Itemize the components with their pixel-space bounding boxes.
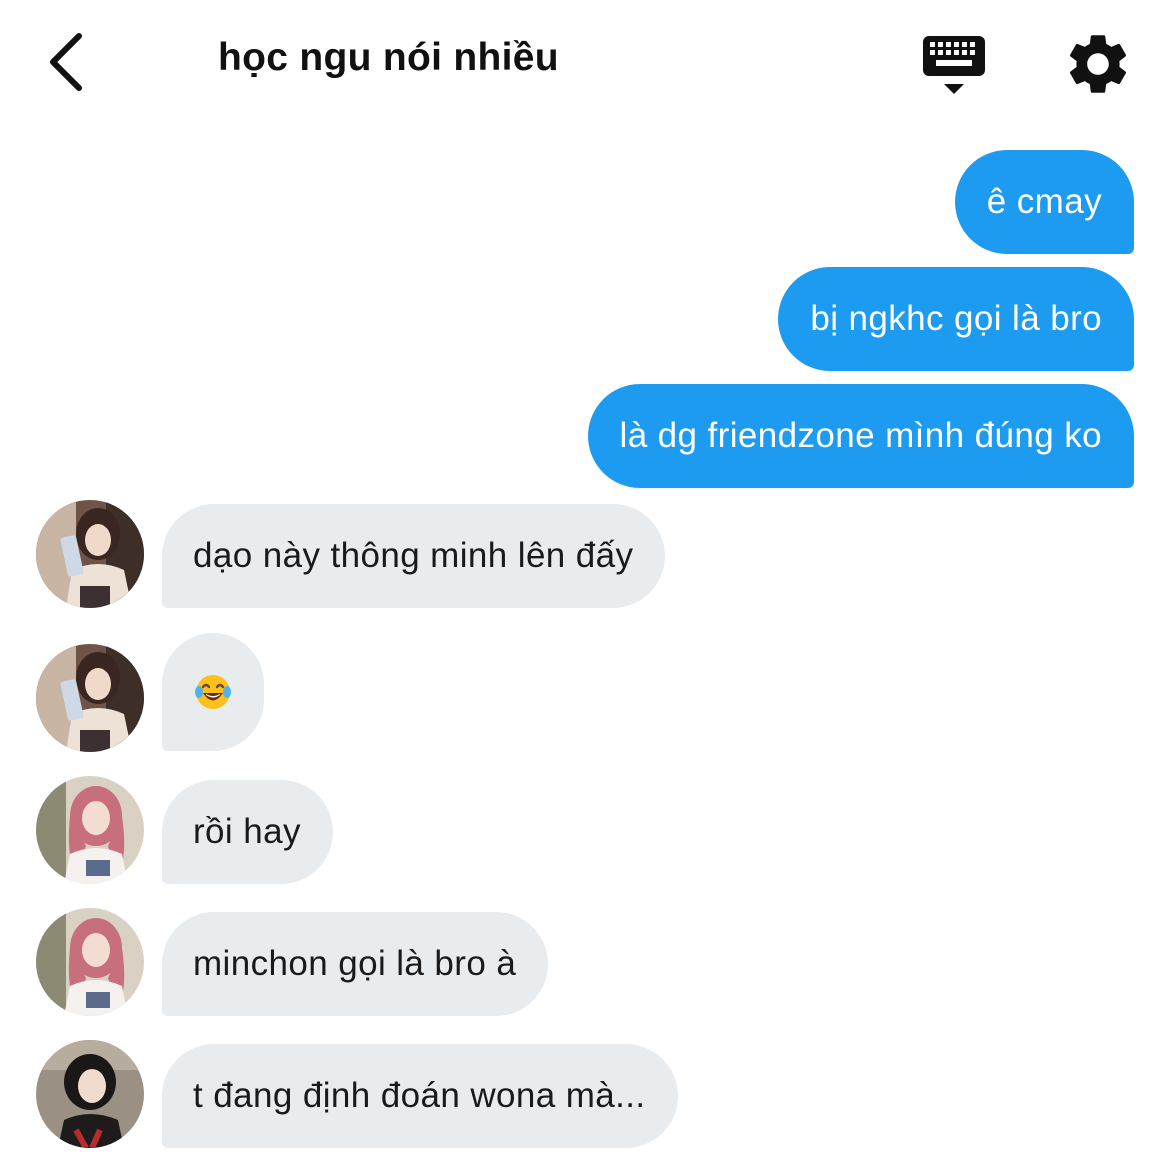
- avatar-girl-short-hair[interactable]: [36, 1040, 144, 1148]
- message-text: bị ngkhc gọi là bro: [810, 299, 1102, 338]
- outgoing-message[interactable]: ê cmay: [954, 150, 1134, 254]
- keyboard-toggle-button[interactable]: [912, 28, 996, 100]
- avatar-girl-pink-hair[interactable]: [36, 908, 144, 1016]
- back-button[interactable]: [30, 22, 100, 102]
- incoming-message[interactable]: t đang định đoán wona mà...: [162, 1044, 678, 1148]
- avatar-girl-phone[interactable]: [36, 500, 144, 608]
- chevron-left-icon: [50, 33, 82, 91]
- outgoing-message[interactable]: bị ngkhc gọi là bro: [778, 267, 1134, 371]
- conversation-header: học ngu nói nhiều: [0, 0, 1170, 125]
- gear-icon: [1069, 35, 1127, 93]
- message-text: dạo này thông minh lên đấy: [193, 536, 634, 575]
- message-text: ê cmay: [986, 182, 1102, 221]
- settings-button[interactable]: [1062, 28, 1134, 100]
- message-text: t đang định đoán wona mà...: [193, 1076, 646, 1115]
- keyboard-icon: [923, 36, 985, 94]
- incoming-message[interactable]: rồi hay: [162, 780, 333, 884]
- face-with-tears-of-joy-emoji: [195, 675, 231, 709]
- outgoing-message[interactable]: là dg friendzone mình đúng ko: [587, 384, 1134, 488]
- incoming-message[interactable]: [162, 633, 264, 751]
- incoming-message[interactable]: minchon gọi là bro à: [162, 912, 549, 1016]
- incoming-message[interactable]: dạo này thông minh lên đấy: [162, 504, 666, 608]
- avatar-girl-pink-hair[interactable]: [36, 776, 144, 884]
- message-text: là dg friendzone mình đúng ko: [619, 416, 1102, 455]
- message-text: rồi hay: [193, 812, 301, 851]
- conversation-title: học ngu nói nhiều: [218, 36, 559, 79]
- avatar-girl-phone[interactable]: [36, 644, 144, 752]
- message-text: minchon gọi là bro à: [193, 944, 517, 983]
